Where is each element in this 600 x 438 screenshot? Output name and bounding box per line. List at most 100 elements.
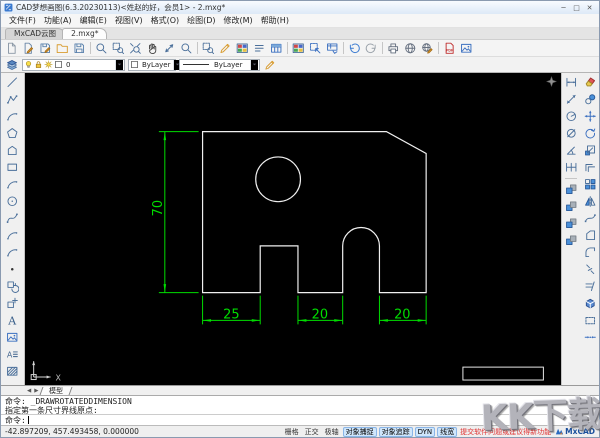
circle-button[interactable]	[3, 193, 23, 210]
redo-button[interactable]	[363, 40, 380, 56]
layout-next-button[interactable]: ▶	[34, 387, 38, 395]
polygon-button[interactable]	[3, 125, 23, 142]
copy-button[interactable]	[581, 91, 599, 108]
zoom-object-button[interactable]	[178, 40, 195, 56]
zoom-extents-button[interactable]	[127, 40, 144, 56]
tab-model[interactable]: 模型	[40, 386, 73, 395]
command-input-row[interactable]: 命令: ◀ ▶	[1, 414, 599, 425]
drawing-canvas[interactable]: 70 25 20 20 X	[25, 73, 561, 385]
menu-draw[interactable]: 绘图(D)	[183, 14, 219, 27]
command-window[interactable]: 命令: _DRAWROTATEDDIMENSION 指定第一条尺寸界线原点: 命令…	[1, 395, 599, 425]
move-button[interactable]	[581, 108, 599, 125]
navigation-compass-icon[interactable]	[546, 76, 557, 87]
erase-button[interactable]	[581, 74, 599, 91]
drawing-viewport[interactable]: 70 25 20 20 X	[25, 73, 561, 385]
options-button[interactable]	[324, 40, 341, 56]
trim-button[interactable]	[581, 278, 599, 295]
image-export-button[interactable]	[458, 40, 475, 56]
layout-prev-button[interactable]: ◀	[27, 387, 31, 395]
offset-button[interactable]	[581, 159, 599, 176]
arc3p-button[interactable]	[3, 176, 23, 193]
arc-segment-button[interactable]	[3, 244, 23, 261]
new-file-button[interactable]	[3, 40, 20, 56]
join-button[interactable]	[581, 329, 599, 346]
line-button[interactable]	[3, 74, 23, 91]
tab-drawing-2[interactable]: 2.mxg*	[62, 28, 108, 39]
maximize-button[interactable]: □	[570, 3, 583, 13]
polyline-button[interactable]	[3, 91, 23, 108]
explode-button[interactable]	[581, 295, 599, 312]
point-button[interactable]	[3, 261, 23, 278]
browser-button[interactable]	[402, 40, 419, 56]
linetype-combo[interactable]: ByLayer	[179, 58, 260, 71]
toggle-grid[interactable]: 栅格	[283, 427, 301, 437]
draworder-above-button[interactable]	[562, 215, 580, 232]
scroll-right-button[interactable]: ▶	[587, 417, 591, 424]
print-button[interactable]	[385, 40, 402, 56]
color-palette-button[interactable]	[290, 40, 307, 56]
inscribed-polygon-button[interactable]	[3, 142, 23, 159]
menu-view[interactable]: 视图(V)	[111, 14, 147, 27]
color-combo[interactable]: ByLayer	[128, 58, 182, 71]
wipeout-button[interactable]	[581, 312, 599, 329]
text-style-button[interactable]	[251, 40, 268, 56]
layer-manager-button[interactable]	[234, 40, 251, 56]
linetype-edit-pencil-icon[interactable]	[263, 58, 277, 71]
toggle-otrack[interactable]: 对象追踪	[378, 426, 413, 437]
hatch-button[interactable]	[3, 363, 23, 380]
menu-function[interactable]: 功能(A)	[40, 14, 76, 27]
dim-angular-button[interactable]	[562, 142, 580, 159]
open-drawing-button[interactable]	[20, 40, 37, 56]
block-create-button[interactable]	[3, 278, 23, 295]
array-button[interactable]	[581, 176, 599, 193]
dim-diameter-button[interactable]	[562, 125, 580, 142]
image-insert-button[interactable]	[3, 329, 23, 346]
text-button[interactable]: A	[3, 312, 23, 329]
draw-settings-button[interactable]	[217, 40, 234, 56]
selection-button[interactable]	[307, 40, 324, 56]
draworder-below-button[interactable]	[562, 232, 580, 249]
menu-edit[interactable]: 编辑(E)	[76, 14, 111, 27]
dim-radius-button[interactable]	[562, 108, 580, 125]
fillet-button[interactable]	[581, 244, 599, 261]
find-button[interactable]	[200, 40, 217, 56]
spline-button[interactable]	[3, 210, 23, 227]
chevron-down-icon[interactable]	[115, 59, 123, 70]
dim-linear-button[interactable]	[562, 74, 580, 91]
mtext-button[interactable]: A	[3, 346, 23, 363]
dim-aligned-button[interactable]	[562, 91, 580, 108]
menu-file[interactable]: 文件(F)	[5, 14, 40, 27]
menu-modify[interactable]: 修改(M)	[220, 14, 257, 27]
rotate-button[interactable]	[581, 125, 599, 142]
toggle-osnap[interactable]: 对象捕捉	[342, 426, 377, 437]
scroll-left-button[interactable]: ◀	[580, 417, 584, 424]
break-button[interactable]	[581, 261, 599, 278]
toggle-lineweight[interactable]: 线宽	[437, 426, 458, 437]
menu-format[interactable]: 格式(O)	[147, 14, 184, 27]
ellipse-arc-button[interactable]	[3, 227, 23, 244]
block-insert-button[interactable]	[3, 295, 23, 312]
tab-mxcad-cloud[interactable]: MxCAD云图	[5, 28, 66, 39]
toggle-polar[interactable]: 极轴	[323, 427, 341, 437]
save-button[interactable]	[37, 40, 54, 56]
zoom-in-button[interactable]	[93, 40, 110, 56]
draworder-front-button[interactable]	[562, 181, 580, 198]
feedback-link[interactable]: 提交软件问题或建议得新功能	[460, 427, 551, 437]
rectangle-button[interactable]	[3, 159, 23, 176]
table-button[interactable]	[268, 40, 285, 56]
arc-button[interactable]	[3, 108, 23, 125]
layers-icon[interactable]	[5, 58, 19, 71]
pan-button[interactable]	[144, 40, 161, 56]
draworder-back-button[interactable]	[562, 198, 580, 215]
menu-help[interactable]: 帮助(H)	[257, 14, 293, 27]
polyline-edit-button[interactable]	[581, 210, 599, 227]
toggle-ortho[interactable]: 正交	[303, 427, 321, 437]
dim-continue-button[interactable]	[562, 159, 580, 176]
chamfer-button[interactable]	[581, 227, 599, 244]
scale-button[interactable]	[581, 142, 599, 159]
mirror-button[interactable]	[581, 193, 599, 210]
measure-button[interactable]	[161, 40, 178, 56]
minimize-button[interactable]: ─	[557, 3, 570, 13]
layer-combo[interactable]: 0	[22, 58, 125, 71]
chevron-down-icon[interactable]	[250, 59, 258, 70]
